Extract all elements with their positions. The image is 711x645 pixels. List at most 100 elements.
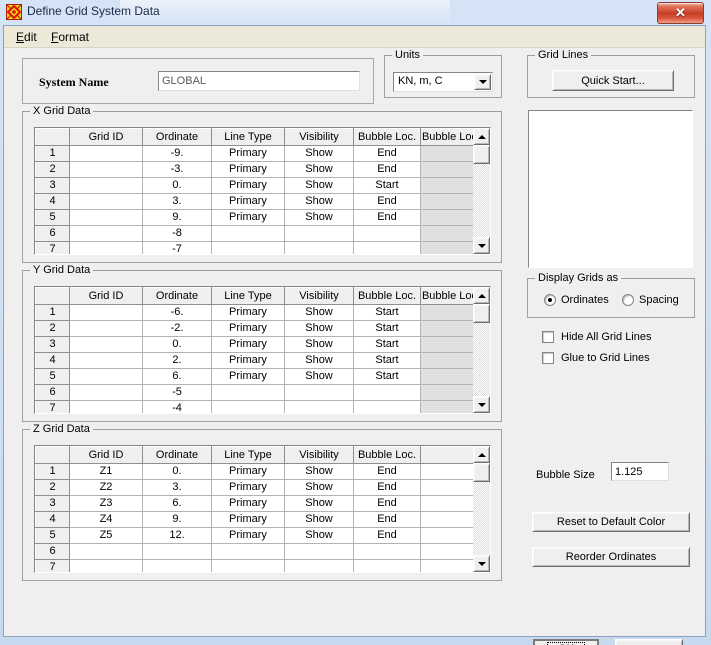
cell-bubble-loc[interactable]: End (353, 495, 421, 512)
scroll-down-icon[interactable] (473, 555, 490, 572)
chevron-down-icon[interactable] (474, 74, 491, 90)
cell-grid-id[interactable]: Z3 (69, 495, 143, 512)
table-row[interactable]: 2 Z2 3. Primary Show End (35, 479, 482, 496)
cell-line-type[interactable] (211, 400, 285, 413)
row-number[interactable]: 4 (35, 193, 70, 210)
cell-ordinate[interactable]: -8 (142, 225, 212, 242)
table-row[interactable]: 4 3. Primary Show End (35, 193, 482, 210)
y-grid-scrollbar[interactable] (473, 287, 490, 413)
cell-ordinate[interactable]: 0. (142, 336, 212, 353)
cell-grid-id[interactable] (69, 320, 143, 337)
cell-visibility[interactable] (284, 241, 354, 254)
z-col-ordinate[interactable]: Ordinate (142, 446, 212, 464)
table-row[interactable]: 4 2. Primary Show Start (35, 352, 482, 369)
radio-ordinates[interactable]: Ordinates (544, 294, 609, 306)
system-name-input[interactable]: GLOBAL (158, 71, 360, 91)
cell-line-type[interactable]: Primary (211, 304, 285, 321)
cell-visibility[interactable]: Show (284, 177, 354, 194)
table-row[interactable]: 1 -9. Primary Show End (35, 145, 482, 162)
scroll-down-icon[interactable] (473, 237, 490, 254)
cell-visibility[interactable]: Show (284, 511, 354, 528)
table-row[interactable]: 3 0. Primary Show Start (35, 177, 482, 194)
row-number[interactable]: 6 (35, 384, 70, 401)
row-number[interactable]: 5 (35, 368, 70, 385)
x-col-ordinate[interactable]: Ordinate (142, 128, 212, 146)
cell-grid-id[interactable]: Z4 (69, 511, 143, 528)
units-select[interactable]: KN, m, C (393, 72, 493, 92)
menu-item-format[interactable]: Format (46, 29, 94, 45)
cell-visibility[interactable]: Show (284, 479, 354, 496)
table-row[interactable]: 1 -6. Primary Show Start (35, 304, 482, 321)
scroll-down-icon[interactable] (473, 396, 490, 413)
cell-ordinate[interactable]: 12. (142, 527, 212, 544)
cell-grid-id[interactable] (69, 368, 143, 385)
row-number[interactable]: 4 (35, 511, 70, 528)
z-col-grid-id[interactable]: Grid ID (69, 446, 143, 464)
reorder-ordinates-button[interactable]: Reorder Ordinates (532, 547, 690, 567)
cell-ordinate[interactable]: 6. (142, 495, 212, 512)
cell-line-type[interactable] (211, 543, 285, 560)
row-number[interactable]: 2 (35, 479, 70, 496)
bubble-size-input[interactable]: 1.125 (611, 462, 669, 481)
cell-visibility[interactable]: Show (284, 304, 354, 321)
row-number[interactable]: 2 (35, 161, 70, 178)
cell-visibility[interactable] (284, 225, 354, 242)
cell-bubble-loc[interactable] (353, 225, 421, 242)
reset-to-default-color-button[interactable]: Reset to Default Color (532, 512, 690, 532)
cell-grid-id[interactable]: Z5 (69, 527, 143, 544)
cell-line-type[interactable] (211, 225, 285, 242)
cell-line-type[interactable]: Primary (211, 336, 285, 353)
cell-grid-id[interactable] (69, 161, 143, 178)
cell-line-type[interactable]: Primary (211, 527, 285, 544)
cell-ordinate[interactable]: -7 (142, 241, 212, 254)
cell-visibility[interactable]: Show (284, 320, 354, 337)
ok-button[interactable]: OK (533, 639, 599, 645)
table-row[interactable]: 4 Z4 9. Primary Show End (35, 511, 482, 528)
z-grid-scrollbar[interactable] (473, 446, 490, 572)
cell-grid-id[interactable] (69, 559, 143, 572)
cell-grid-id[interactable] (69, 352, 143, 369)
cell-grid-id[interactable] (69, 336, 143, 353)
cell-line-type[interactable] (211, 384, 285, 401)
cell-visibility[interactable] (284, 559, 354, 572)
x-grid-table[interactable]: Grid ID Ordinate Line Type Visibility Bu… (35, 128, 482, 254)
x-col-visibility[interactable]: Visibility (284, 128, 354, 146)
table-row[interactable]: 3 Z3 6. Primary Show End (35, 495, 482, 512)
cell-grid-id[interactable] (69, 384, 143, 401)
cell-line-type[interactable]: Primary (211, 320, 285, 337)
row-number[interactable]: 5 (35, 527, 70, 544)
cell-grid-id[interactable]: Z2 (69, 479, 143, 496)
close-icon[interactable]: ✕ (657, 2, 704, 24)
cell-bubble-loc[interactable] (353, 400, 421, 413)
cell-ordinate[interactable]: 6. (142, 368, 212, 385)
cell-line-type[interactable] (211, 241, 285, 254)
cell-ordinate[interactable]: -2. (142, 320, 212, 337)
x-col-0[interactable] (35, 128, 70, 146)
title-bar[interactable]: Define Grid System Data ✕ (0, 0, 711, 25)
cell-bubble-loc[interactable]: Start (353, 320, 421, 337)
cell-ordinate[interactable]: 0. (142, 463, 212, 480)
cell-line-type[interactable]: Primary (211, 479, 285, 496)
table-row[interactable]: 7 -4 (35, 400, 482, 413)
cell-bubble-loc[interactable]: Start (353, 304, 421, 321)
table-row[interactable]: 7 (35, 559, 482, 572)
cell-bubble-loc[interactable]: End (353, 209, 421, 226)
cell-line-type[interactable]: Primary (211, 368, 285, 385)
cell-visibility[interactable]: Show (284, 352, 354, 369)
cancel-button[interactable]: Cancel (615, 639, 683, 645)
row-number[interactable]: 2 (35, 320, 70, 337)
cell-ordinate[interactable] (142, 559, 212, 572)
cell-visibility[interactable]: Show (284, 209, 354, 226)
table-row[interactable]: 6 -5 (35, 384, 482, 401)
cell-ordinate[interactable]: 2. (142, 352, 212, 369)
grid-lines-preview-box[interactable] (528, 110, 693, 268)
table-row[interactable]: 5 Z5 12. Primary Show End (35, 527, 482, 544)
row-number[interactable]: 7 (35, 241, 70, 254)
cell-bubble-loc[interactable]: End (353, 511, 421, 528)
quick-start-button[interactable]: Quick Start... (552, 70, 674, 91)
scroll-up-icon[interactable] (473, 287, 490, 304)
y-grid-table[interactable]: Grid ID Ordinate Line Type Visibility Bu… (35, 287, 482, 413)
cell-visibility[interactable]: Show (284, 495, 354, 512)
cell-ordinate[interactable]: -4 (142, 400, 212, 413)
cell-visibility[interactable] (284, 543, 354, 560)
